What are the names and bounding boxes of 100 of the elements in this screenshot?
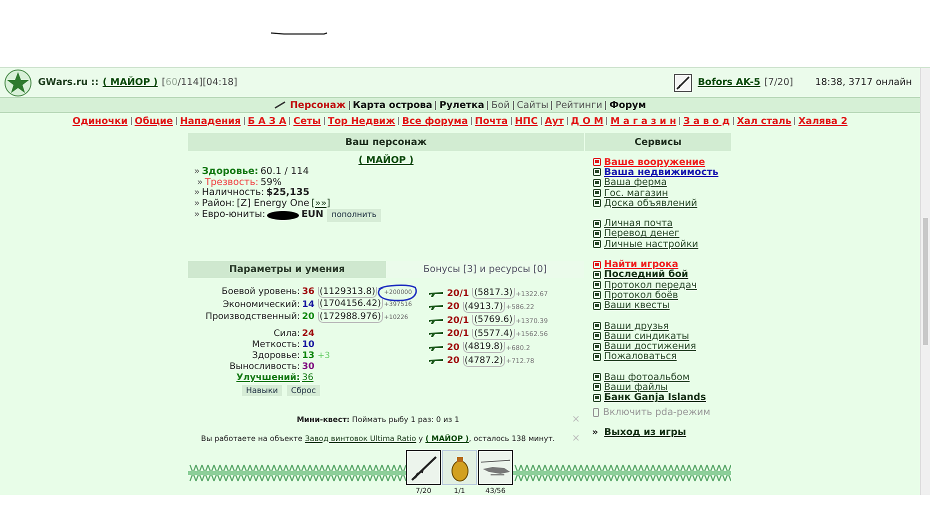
forum-link[interactable]: Д О М bbox=[570, 116, 604, 126]
bullet-mark: » bbox=[194, 210, 200, 220]
skill-button[interactable]: Навыки bbox=[242, 384, 282, 396]
forum-link[interactable]: Нападения bbox=[180, 116, 241, 126]
weapon-link[interactable]: Bofors AK-5 bbox=[698, 77, 760, 88]
stat-value: 24 bbox=[302, 329, 315, 339]
service-link[interactable]: Пожаловаться bbox=[604, 351, 677, 362]
exit-link[interactable]: Выход из игры bbox=[604, 427, 686, 438]
experience-value[interactable]: (4787.2) bbox=[462, 356, 506, 367]
forum-link[interactable]: Хал сталь bbox=[736, 116, 792, 126]
service-link[interactable]: Ваша ферма bbox=[604, 177, 667, 188]
service-link[interactable]: Найти игрока bbox=[604, 259, 678, 270]
service-link[interactable]: Личные настройки bbox=[604, 238, 698, 250]
service-link[interactable]: Ваши друзья bbox=[604, 320, 669, 332]
nav-link[interactable]: Карта острова bbox=[352, 100, 432, 110]
service-link[interactable]: Ваша недвижимость bbox=[604, 166, 718, 178]
experience-value[interactable]: (5769.6) bbox=[472, 315, 515, 326]
upgrades-value: 36 bbox=[302, 373, 314, 383]
experience-value[interactable]: (4913.7) bbox=[462, 302, 506, 313]
panel-header: Сервисы bbox=[585, 133, 731, 151]
stat-label: Здоровье: bbox=[251, 351, 301, 361]
forum-link[interactable]: Общие bbox=[134, 116, 173, 126]
scrollbar[interactable] bbox=[920, 68, 930, 495]
service-link[interactable]: Ваши достижения bbox=[604, 341, 696, 352]
health-timer: [60/114][04:18] bbox=[162, 77, 238, 88]
service-link[interactable]: Ваш фотоальбом bbox=[604, 372, 690, 383]
panel-header: Ваш персонаж bbox=[188, 133, 584, 151]
experience-value[interactable]: (172988.976) bbox=[318, 312, 383, 323]
district-label: Район: bbox=[202, 198, 235, 209]
service-link[interactable]: Ваши синдикаты bbox=[604, 330, 690, 342]
inventory-slot[interactable] bbox=[406, 450, 441, 485]
forum-link[interactable]: НПС bbox=[514, 116, 538, 126]
site-title: GWars.ru :: bbox=[38, 77, 99, 88]
skill-level: 20 bbox=[447, 302, 460, 312]
stat-value: 10 bbox=[302, 340, 315, 350]
nav-link[interactable]: Бой bbox=[491, 100, 510, 110]
player-link[interactable]: ( МАЙОР ) bbox=[358, 155, 414, 166]
level-label: Боевой уровень: bbox=[220, 287, 301, 298]
nav-link[interactable]: Рулетка bbox=[439, 100, 484, 110]
ammo-count: [7/20] bbox=[764, 77, 794, 88]
forum-link[interactable]: Б А З А bbox=[248, 116, 286, 126]
service-link[interactable]: Банк Ganja Islands bbox=[604, 392, 706, 404]
sobriety-value: 59% bbox=[260, 178, 282, 188]
stat-value: 30 bbox=[302, 362, 315, 372]
experience-value[interactable]: (4819.8) bbox=[462, 342, 506, 354]
bullet-mark: » bbox=[592, 427, 598, 438]
forum-link[interactable]: М а г а з и н bbox=[610, 116, 676, 126]
level-value: 36 bbox=[302, 287, 315, 298]
forum-link[interactable]: Сеты bbox=[293, 116, 321, 126]
star-logo-icon[interactable] bbox=[4, 68, 32, 96]
nav-link[interactable]: Сайты bbox=[516, 100, 548, 110]
topup-button[interactable]: пополнить bbox=[327, 209, 381, 222]
bullet-mark: » bbox=[197, 178, 203, 188]
service-link[interactable]: Протокол передач bbox=[604, 280, 697, 291]
service-link[interactable]: Доска объявлений bbox=[604, 198, 698, 209]
skill-button[interactable]: Сброс bbox=[286, 384, 320, 396]
service-link[interactable]: Ваши файлы bbox=[604, 382, 668, 393]
bullet-mark: » bbox=[194, 198, 200, 209]
forum-link[interactable]: Все форума bbox=[402, 116, 468, 126]
stat-bonus: +3 bbox=[318, 351, 330, 361]
nav-link[interactable]: Форум bbox=[609, 100, 646, 110]
service-link[interactable]: Протокол боёв bbox=[604, 290, 678, 301]
forum-link[interactable]: Одиночки bbox=[72, 116, 128, 126]
service-link[interactable]: Личная почта bbox=[604, 218, 673, 230]
level-value: 20 bbox=[302, 312, 315, 322]
service-link[interactable]: Гос. магазин bbox=[604, 188, 668, 199]
experience-value[interactable]: (1704156.42) bbox=[318, 299, 383, 310]
experience-value[interactable]: (5817.3) bbox=[472, 288, 515, 300]
skill-level: 20 bbox=[447, 356, 460, 366]
inventory-slot[interactable] bbox=[478, 450, 513, 485]
service-link[interactable]: Перевод денег bbox=[604, 228, 680, 240]
nav-link[interactable]: Персонаж bbox=[290, 100, 346, 110]
level-label: Экономический: bbox=[222, 300, 301, 310]
district-link[interactable]: [»»] bbox=[311, 198, 330, 209]
sobriety-label: Трезвость: bbox=[204, 178, 259, 188]
helicopter-icon bbox=[479, 458, 512, 478]
skill-level: 20/1 bbox=[447, 329, 470, 340]
service-link[interactable]: Ваши квесты bbox=[604, 300, 670, 312]
forum-link[interactable]: Почта bbox=[474, 116, 508, 126]
player-link[interactable]: ( МАЙОР ) bbox=[102, 77, 158, 88]
service-link[interactable]: Ваше вооружение bbox=[604, 156, 706, 168]
forum-link[interactable]: З а в о д bbox=[683, 116, 730, 126]
health-value: 60.1 / 114 bbox=[260, 167, 309, 178]
service-link[interactable]: Последний бой bbox=[604, 269, 688, 280]
health-label: Здоровье: bbox=[202, 167, 258, 178]
nav-link[interactable]: Рейтинги bbox=[555, 100, 602, 110]
rifle-icon[interactable] bbox=[674, 74, 692, 92]
experience-value[interactable]: (5577.4) bbox=[472, 328, 515, 340]
bullet-mark: » bbox=[194, 188, 200, 198]
redaction-mark bbox=[267, 210, 300, 220]
forum-link[interactable]: Тор Недвиж bbox=[328, 116, 396, 126]
district-value: [Z] Energy One bbox=[236, 198, 310, 209]
tab[interactable]: Параметры и умения bbox=[188, 261, 386, 278]
forum-link[interactable]: Халява 2 bbox=[798, 116, 848, 126]
gun-icon bbox=[428, 316, 444, 325]
forum-link[interactable]: Аут bbox=[544, 116, 564, 126]
experience-value[interactable]: (1129313.8) bbox=[318, 286, 378, 298]
upgrades-link[interactable]: Улучшений: bbox=[188, 373, 302, 383]
skill-level: 20/1 bbox=[447, 288, 470, 299]
skill-level: 20/1 bbox=[447, 316, 470, 326]
